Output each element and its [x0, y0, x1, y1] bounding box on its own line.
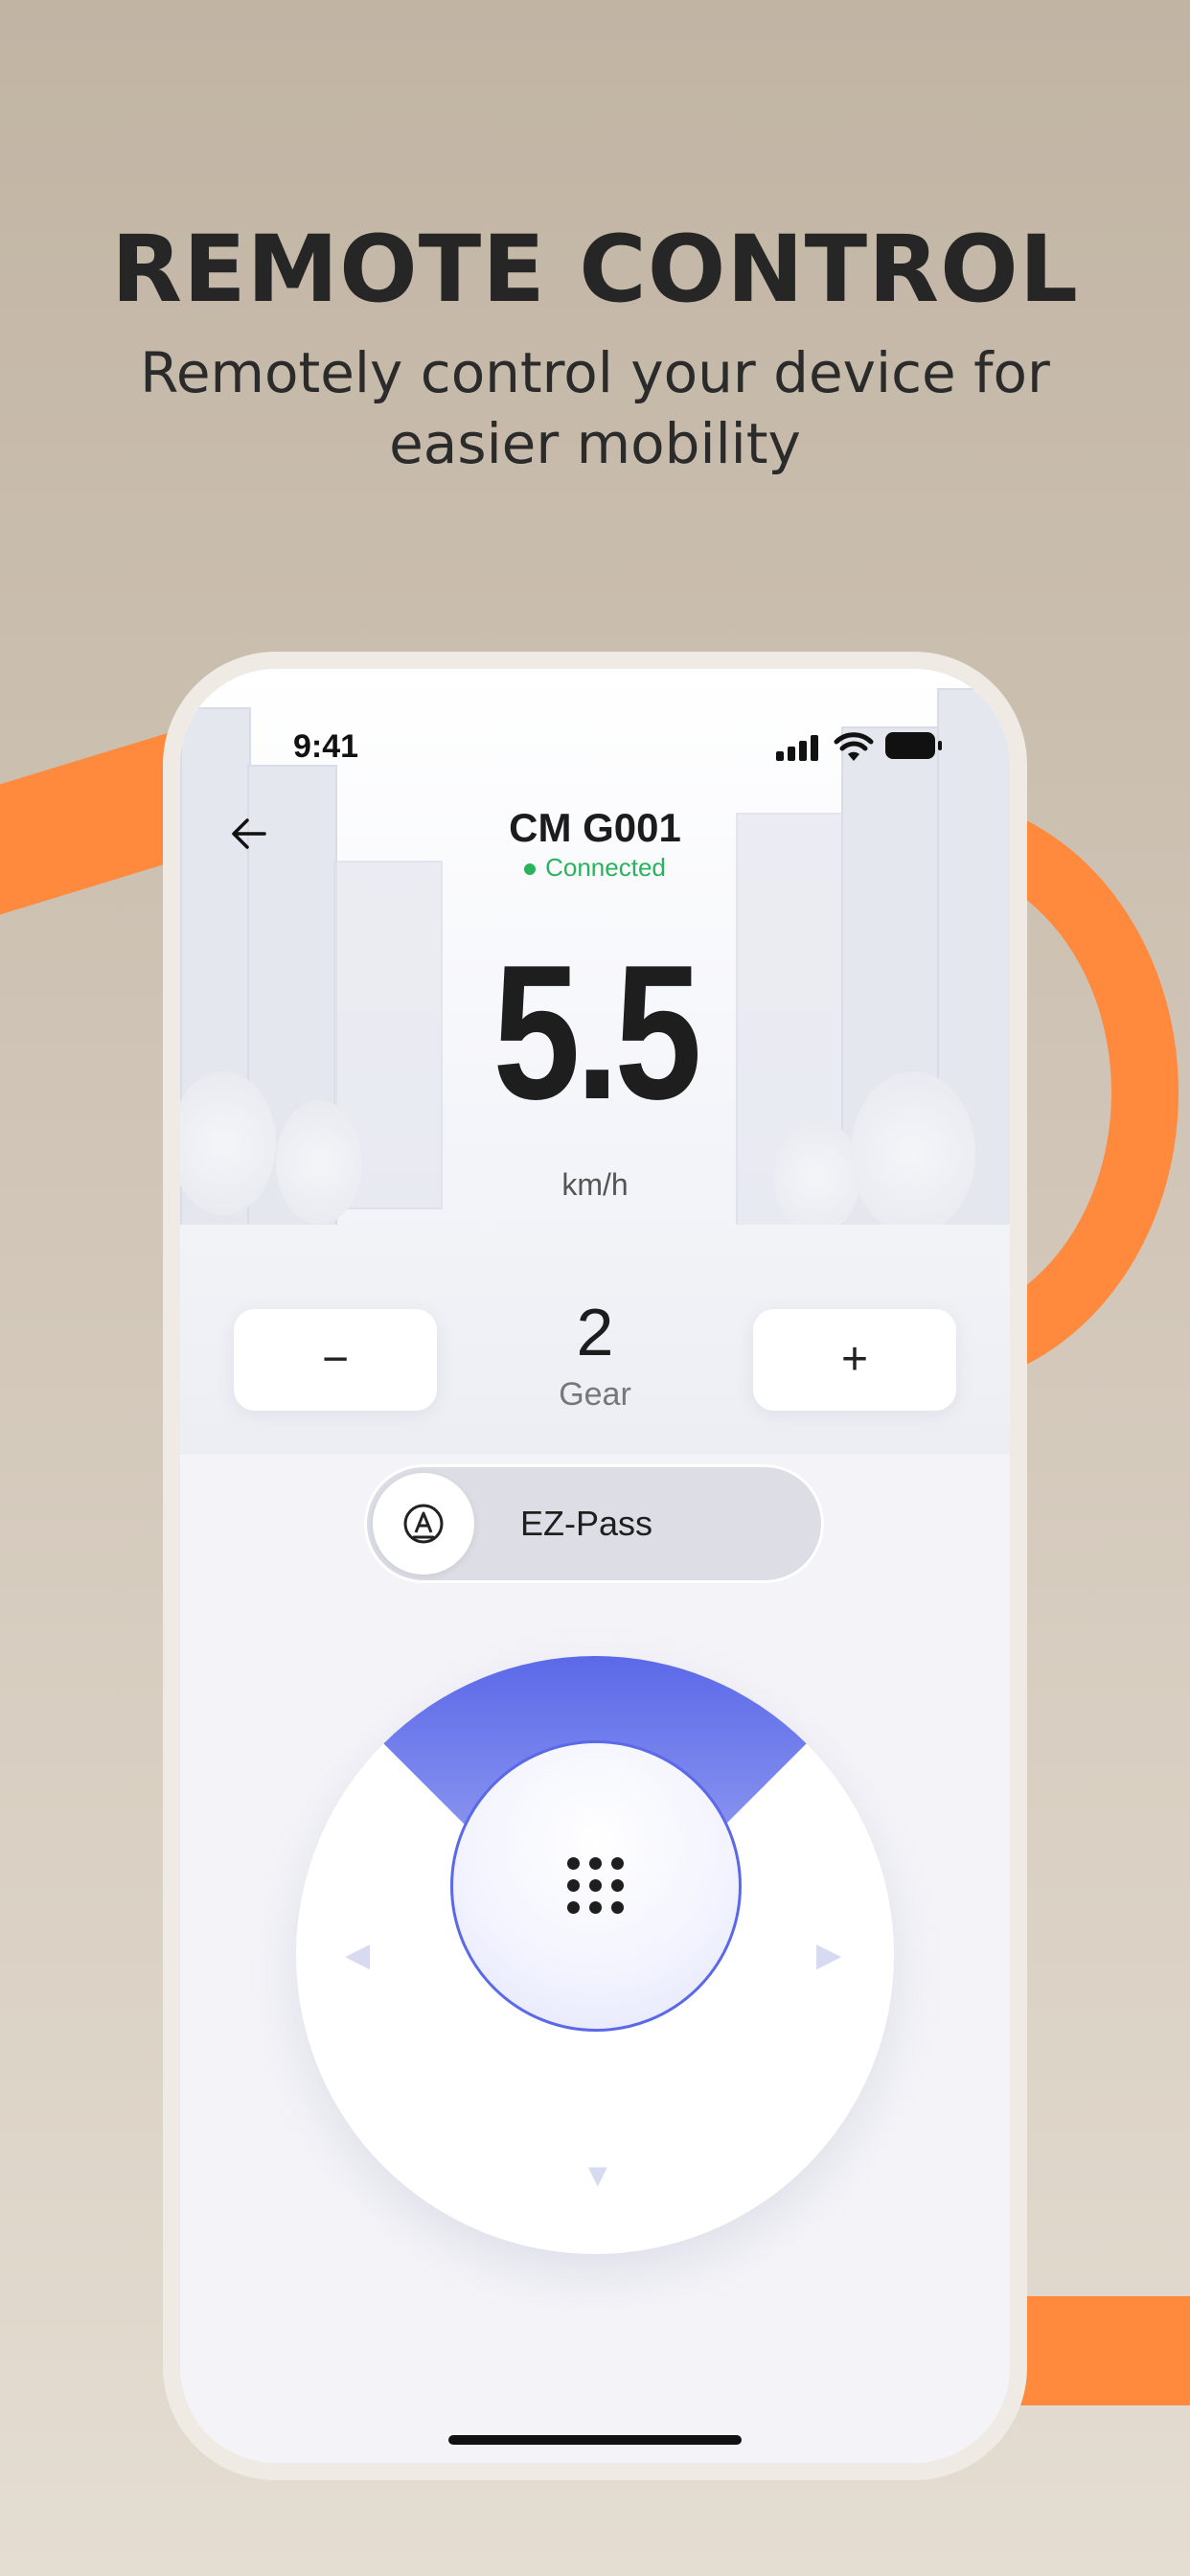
device-name: CM G001: [509, 805, 681, 850]
status-dot-icon: [524, 863, 537, 876]
ez-pass-label: EZ-Pass: [520, 1504, 653, 1543]
connection-status-label: Connected: [545, 853, 666, 882]
promo-subline: Remotely control your device for easier …: [0, 337, 1190, 479]
connection-status: Connected: [180, 853, 1010, 883]
status-time: 9:41: [293, 728, 359, 765]
gear-increase-button[interactable]: +: [753, 1309, 956, 1411]
toggle-knob: [373, 1473, 474, 1575]
keypad-button[interactable]: [450, 1740, 742, 2032]
promo-headline: REMOTE CONTROL: [111, 216, 1079, 323]
promo-subline-line-1: Remotely control your device for: [140, 340, 1050, 405]
speed-value: 5.5: [492, 926, 701, 1139]
battery-icon: [885, 732, 942, 759]
keypad-icon: [567, 1857, 625, 1915]
arrow-right-icon[interactable]: ▶: [816, 1939, 841, 1971]
ez-pass-toggle[interactable]: EZ-Pass: [364, 1464, 824, 1583]
arrow-down-icon[interactable]: ▼: [582, 2159, 614, 2192]
auto-mode-icon: [403, 1504, 444, 1544]
speed-unit: km/h: [561, 1167, 629, 1202]
phone-frame: 9:41 CM G001 Connected 5.5 km/h − 2 Gear…: [163, 652, 1027, 2480]
wifi-icon: [834, 732, 874, 761]
arrow-left-icon[interactable]: ◀: [345, 1939, 370, 1971]
home-indicator[interactable]: [448, 2435, 742, 2445]
app-screen: 9:41 CM G001 Connected 5.5 km/h − 2 Gear…: [180, 669, 1010, 2463]
signal-icon: [776, 734, 822, 761]
promo-subline-line-2: easier mobility: [389, 411, 801, 476]
